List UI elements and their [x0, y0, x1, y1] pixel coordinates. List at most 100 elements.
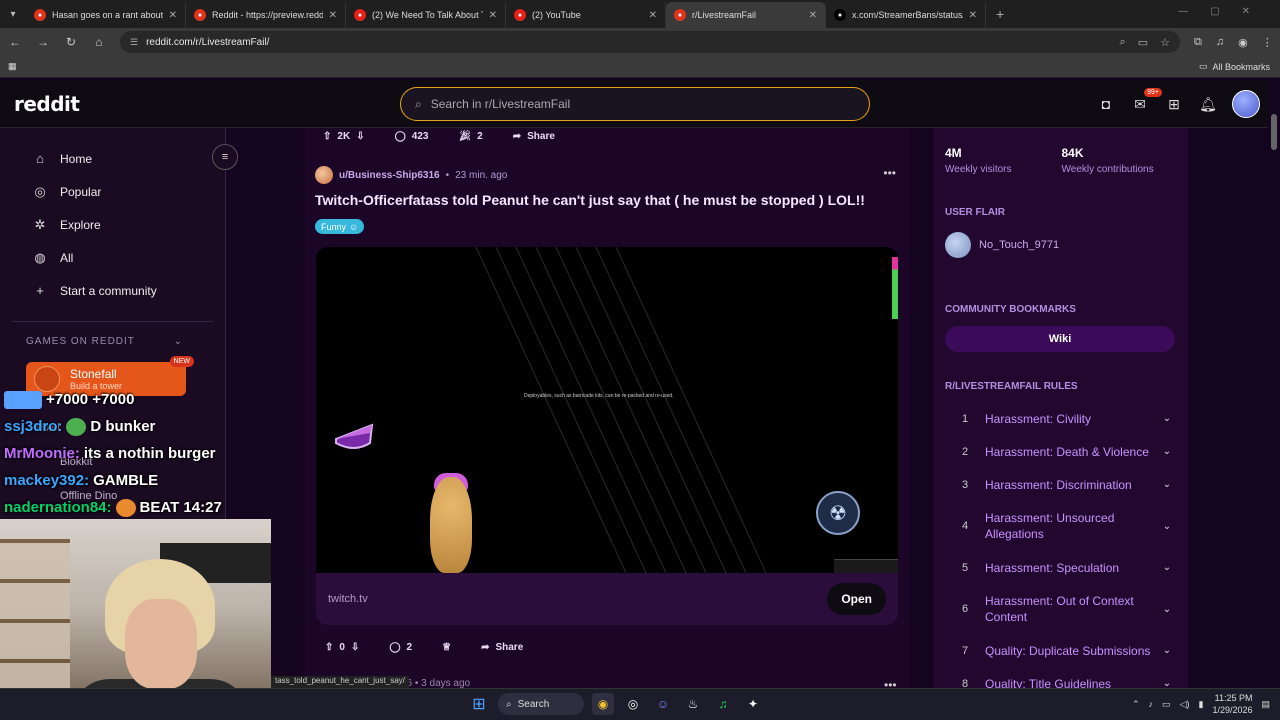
sidebar-item-start-a-community[interactable]: + Start a community — [0, 274, 225, 307]
cast-icon[interactable]: ▭ — [1138, 36, 1148, 49]
tab-close-icon[interactable]: ✕ — [329, 10, 337, 21]
tab-search-icon[interactable]: ▾ — [0, 0, 26, 28]
browser-tab[interactable]: ● r/LivestreamFail ✕ — [666, 2, 826, 28]
notifications-tray-icon[interactable]: ▤ — [1261, 699, 1270, 710]
post-author[interactable]: u/Business-Ship6316 — [339, 170, 440, 181]
taskbar-clock[interactable]: 11:25 PM 1/29/2026 — [1212, 692, 1252, 716]
steam-icon[interactable]: ♨ — [682, 693, 704, 715]
chevron-down-icon[interactable]: ⌄ — [1157, 604, 1177, 615]
browser-tab[interactable]: ● Reddit - https://preview.redd.it ✕ — [186, 2, 346, 28]
chevron-down-icon[interactable]: ⌄ — [1157, 479, 1177, 490]
chevron-down-icon[interactable]: ⌄ — [1157, 562, 1177, 573]
ads-icon[interactable]: ◘ — [1096, 94, 1116, 114]
spotify-icon[interactable]: ♫ — [712, 693, 734, 715]
more-options-icon[interactable]: ••• — [883, 166, 896, 180]
vote-control[interactable]: ⇧ 2K ⇩ — [313, 125, 375, 147]
menu-icon[interactable]: ⋮ — [1262, 36, 1273, 49]
user-avatar[interactable] — [1232, 90, 1260, 118]
comments-button[interactable]: ◯ 2 — [379, 636, 422, 658]
post-flair[interactable]: Funny ☺ — [315, 219, 365, 234]
video-player[interactable]: Deployables, such as barricade kits, can… — [316, 247, 898, 573]
page-scrollbar[interactable] — [1268, 80, 1280, 688]
home-browser-icon[interactable]: ⌂ — [92, 35, 106, 49]
chevron-down-icon[interactable]: ⌄ — [1157, 645, 1177, 656]
create-post-icon[interactable]: ⊞ — [1164, 94, 1184, 114]
tab-favicon-icon: ● — [34, 9, 46, 21]
rule-item[interactable]: 1 Harassment: Civility ⌄ — [945, 402, 1177, 435]
rule-item[interactable]: 2 Harassment: Death & Violence ⌄ — [945, 435, 1177, 468]
new-tab-button[interactable]: + — [986, 6, 1014, 22]
browser-tab[interactable]: ● (2) We Need To Talk About TikT ✕ — [346, 2, 506, 28]
search-input[interactable]: ⌕ Search in r/LivestreamFail — [400, 87, 870, 121]
zoom-icon[interactable]: ⌕ — [1120, 36, 1126, 49]
sidebar-item-label: Start a community — [60, 283, 157, 298]
bookmark-star-icon[interactable]: ☆ — [1160, 36, 1170, 49]
games-header[interactable]: GAMES ON REDDIT ⌄ — [0, 336, 225, 347]
author-avatar[interactable] — [315, 166, 333, 184]
all-bookmarks-button[interactable]: ▭ All Bookmarks — [1199, 61, 1280, 72]
chrome-icon[interactable]: ◉ — [592, 693, 614, 715]
awards-button[interactable]: 🎉︎ 2 — [448, 125, 492, 147]
comments-button[interactable]: ◯ 423 — [385, 125, 439, 147]
rule-item[interactable]: 7 Quality: Duplicate Submissions ⌄ — [945, 634, 1177, 667]
window-controls[interactable]: —▢✕ — [1178, 6, 1272, 17]
sidebar-item-popular[interactable]: ◎ Popular — [0, 175, 225, 208]
chevron-down-icon[interactable]: ⌄ — [1157, 521, 1177, 532]
open-button[interactable]: Open — [827, 583, 886, 615]
link-domain[interactable]: twitch.tv — [328, 593, 368, 605]
obs-icon[interactable]: ◎ — [622, 693, 644, 715]
tab-close-icon[interactable]: ✕ — [649, 10, 657, 21]
mic-icon[interactable]: ♪ — [1149, 699, 1154, 709]
upvote-icon[interactable]: ⇧ — [323, 131, 331, 142]
collapse-sidebar-button[interactable]: ≡ — [212, 144, 238, 170]
award-button[interactable]: ♕ — [432, 636, 461, 658]
reload-icon[interactable]: ↻ — [64, 35, 78, 49]
sidebar-item-explore[interactable]: ✲ Explore — [0, 208, 225, 241]
url-field[interactable]: ☰ reddit.com/r/LivestreamFail/ ⌕ ▭ ☆ — [120, 31, 1180, 53]
upvote-icon[interactable]: ⇧ — [325, 642, 333, 653]
chevron-down-icon[interactable]: ⌄ — [1157, 413, 1177, 424]
share-button[interactable]: ➦ Share — [471, 636, 533, 658]
reddit-logo[interactable]: reddit — [14, 92, 80, 116]
browser-tab[interactable]: ● Hasan goes on a rant about pe ✕ — [26, 2, 186, 28]
browser-tab[interactable]: ● (2) YouTube ✕ — [506, 2, 666, 28]
site-info-icon[interactable]: ☰ — [130, 37, 138, 48]
user-flair[interactable]: No_Touch_9771 — [945, 232, 1059, 258]
downvote-icon[interactable]: ⇩ — [351, 642, 359, 653]
downvote-icon[interactable]: ⇩ — [356, 131, 364, 142]
network-icon[interactable]: ▭ — [1162, 699, 1171, 710]
sidebar-item-home[interactable]: ⌂ Home — [0, 142, 225, 175]
app-icon[interactable]: ✦ — [742, 693, 764, 715]
tray-chevron-icon[interactable]: ⌃ — [1132, 699, 1140, 710]
forward-icon[interactable]: → — [36, 35, 50, 49]
extensions-icon[interactable]: ⧉ — [1194, 36, 1202, 49]
media-icon[interactable]: ♫ — [1216, 36, 1224, 49]
taskbar-search[interactable]: ⌕ Search — [498, 693, 584, 715]
rule-item[interactable]: 6 Harassment: Out of Context Content ⌄ — [945, 584, 1177, 634]
battery-icon[interactable]: ▮ — [1198, 699, 1203, 710]
start-icon[interactable]: ⊞ — [468, 693, 490, 715]
post-title[interactable]: Twitch-Officerfatass told Peanut he can'… — [315, 192, 865, 208]
rule-item[interactable]: 5 Harassment: Speculation ⌄ — [945, 551, 1177, 584]
browser-tab[interactable]: ● x.com/StreamerBans/status/20 ✕ — [826, 2, 986, 28]
tab-close-icon[interactable]: ✕ — [489, 10, 497, 21]
rule-item[interactable]: 3 Harassment: Discrimination ⌄ — [945, 468, 1177, 501]
apps-icon[interactable]: ▦ — [8, 61, 17, 72]
tab-close-icon[interactable]: ✕ — [809, 10, 817, 21]
volume-icon[interactable]: ◁) — [1180, 699, 1190, 710]
discord-icon[interactable]: ☺ — [652, 693, 674, 715]
tab-close-icon[interactable]: ✕ — [169, 10, 177, 21]
sidebar-item-all[interactable]: ◍ All — [0, 241, 225, 274]
all-bookmarks-label: All Bookmarks — [1212, 61, 1270, 72]
tab-close-icon[interactable]: ✕ — [969, 10, 977, 21]
notifications-icon[interactable]: 🔔︎ — [1198, 94, 1218, 114]
scrollbar-thumb[interactable] — [1271, 114, 1277, 150]
back-icon[interactable]: ← — [8, 35, 22, 49]
chevron-down-icon[interactable]: ⌄ — [1157, 446, 1177, 457]
rule-item[interactable]: 4 Harassment: Unsourced Allegations ⌄ — [945, 501, 1177, 551]
vote-control[interactable]: ⇧ 0 ⇩ — [315, 636, 369, 658]
chat-icon[interactable]: ✉ 99+ — [1130, 88, 1162, 114]
wiki-button[interactable]: Wiki — [945, 326, 1175, 352]
profile-icon[interactable]: ◉ — [1238, 36, 1248, 49]
share-button[interactable]: ➦ Share — [503, 125, 565, 147]
